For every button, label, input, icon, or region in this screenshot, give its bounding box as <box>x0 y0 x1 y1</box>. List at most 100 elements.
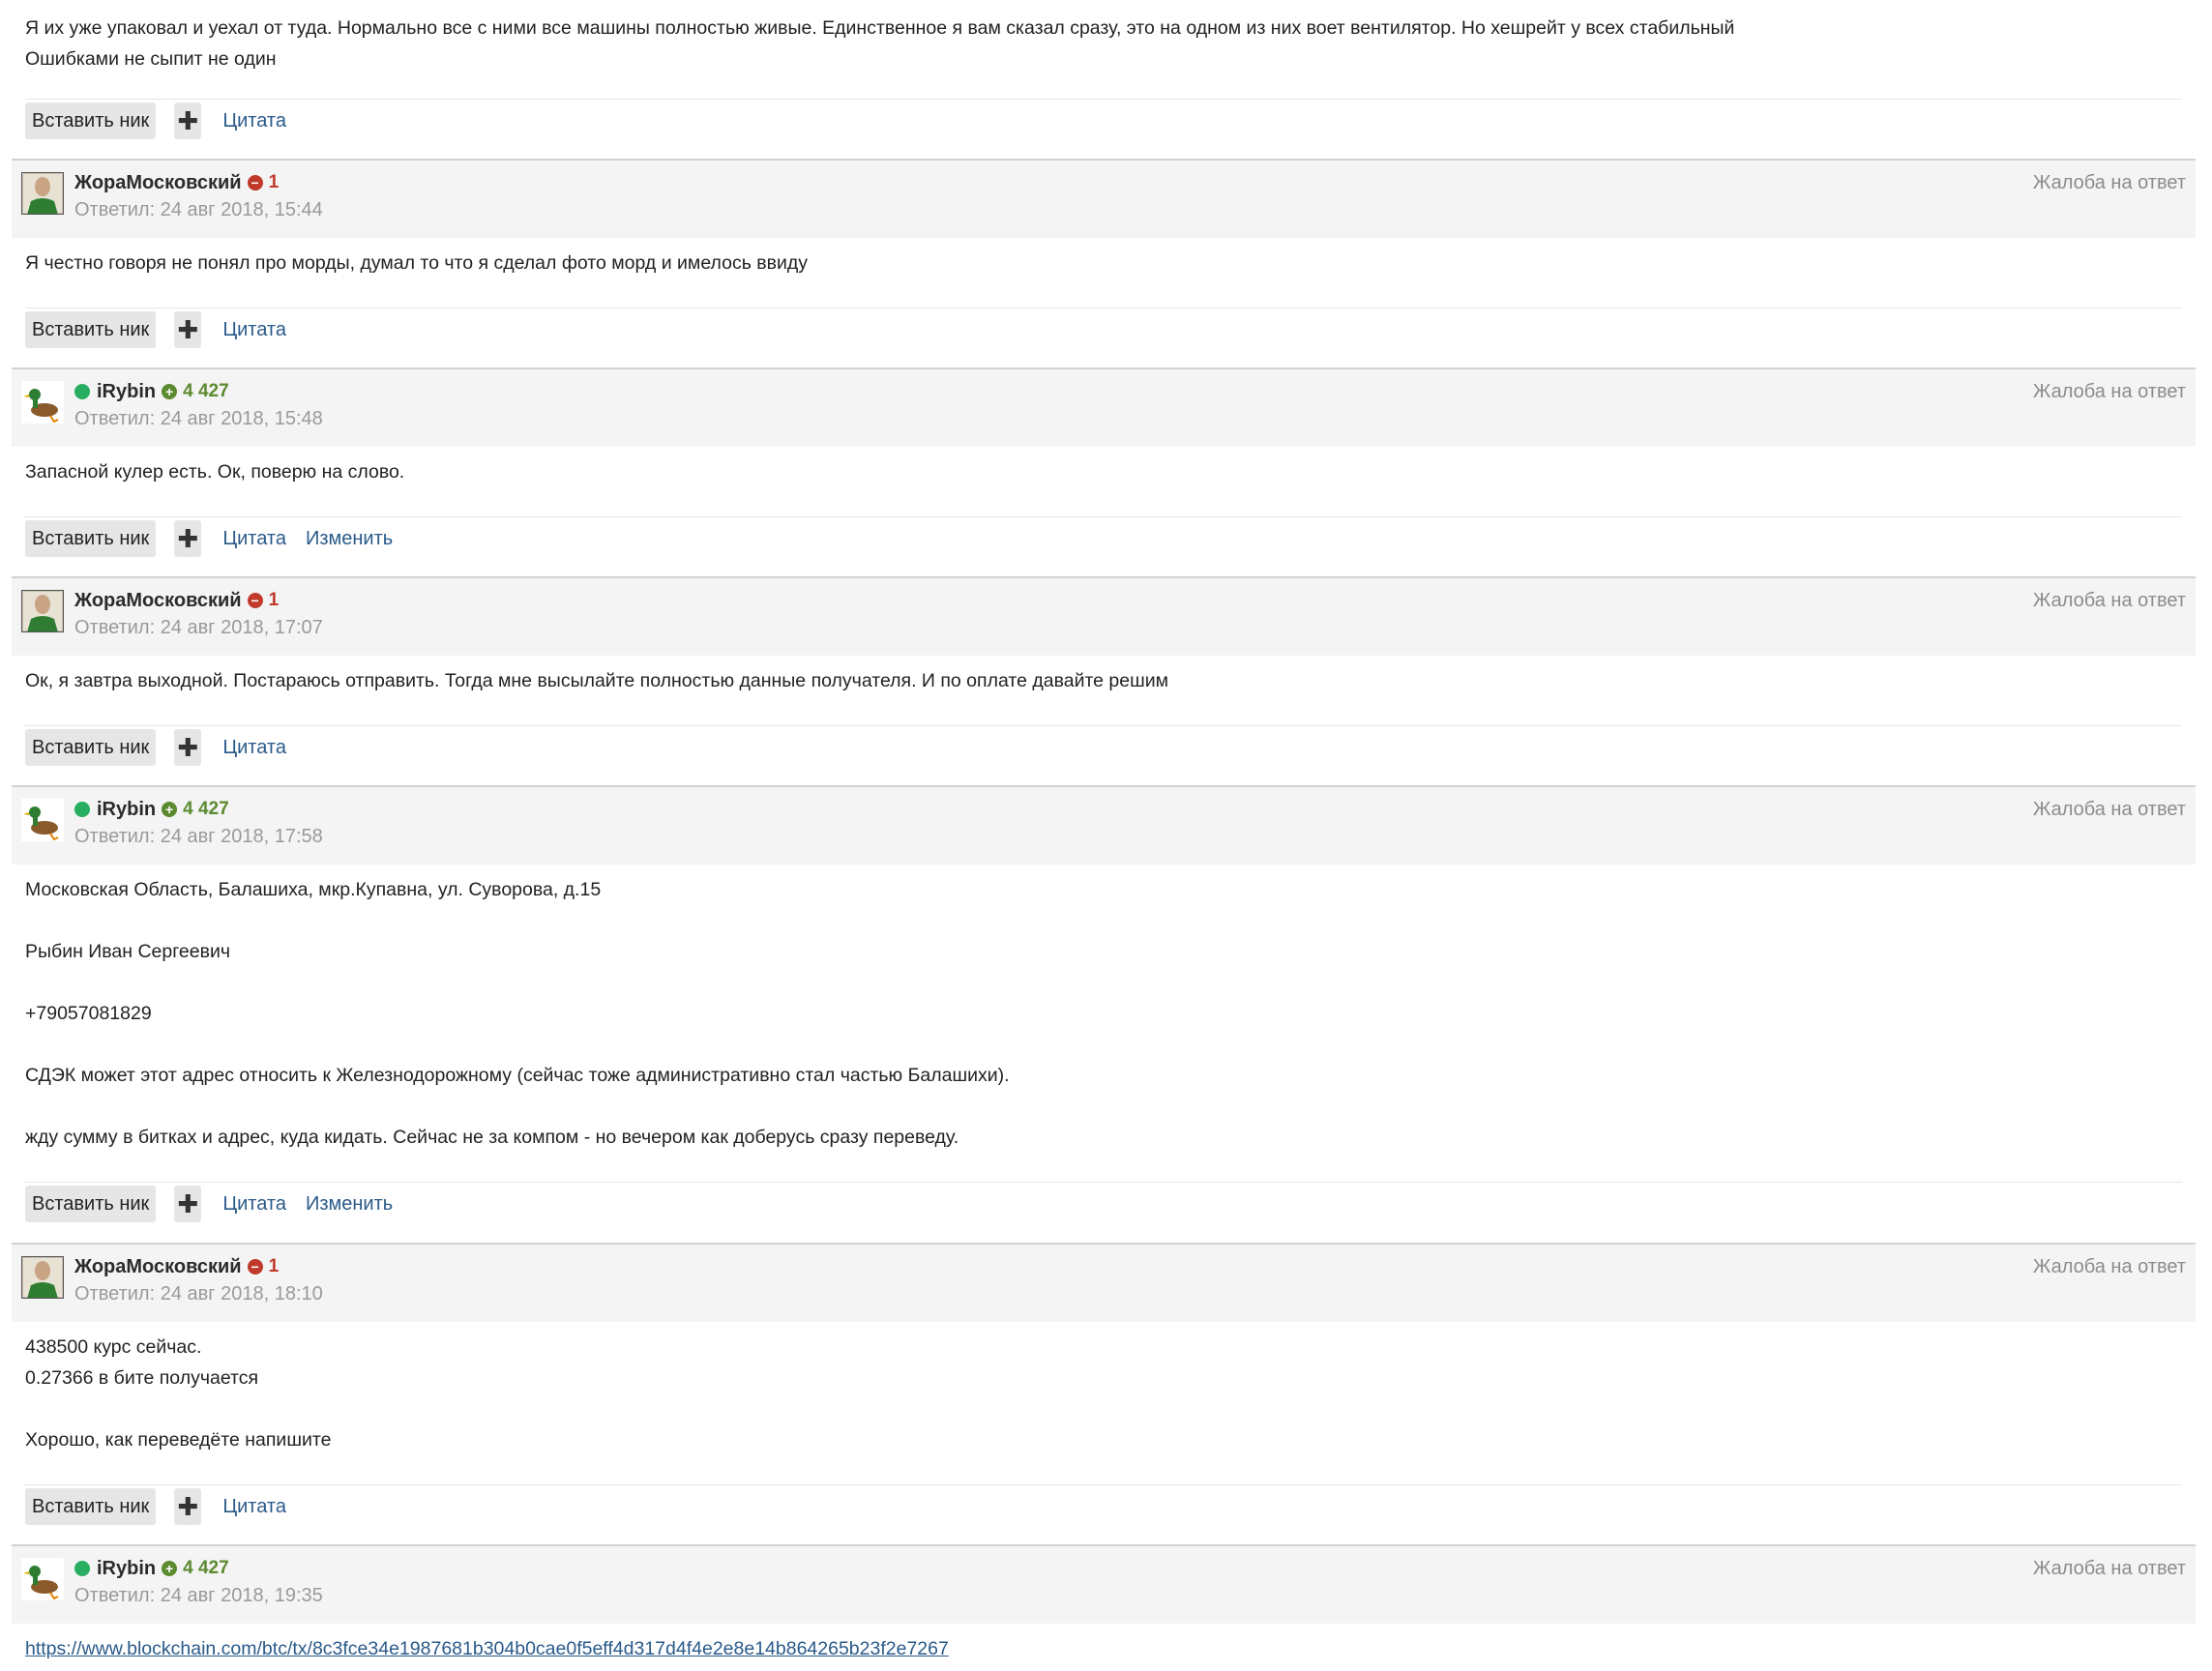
insert-nick-button[interactable]: Вставить ник <box>25 520 157 557</box>
post-actions: Вставить ник ✚ Цитата Изменить <box>25 516 2182 560</box>
complaint-link[interactable]: Жалоба на ответ <box>2033 381 2186 403</box>
plus-icon[interactable]: ✚ <box>174 103 202 139</box>
reputation: + 4 427 <box>162 799 229 820</box>
post-text-line: СДЭК может этот адрес относить к Железно… <box>25 1065 1010 1086</box>
quote-link[interactable]: Цитата <box>222 737 286 759</box>
post-actions: Вставить ник ✚ Цитата <box>25 308 2182 351</box>
username[interactable]: iRybin <box>97 1558 156 1580</box>
plus-icon[interactable]: ✚ <box>174 1186 202 1222</box>
username[interactable]: ЖораМосковский <box>74 1256 242 1278</box>
forum-post: ЖораМосковский − 1 Ответил: 24 авг 2018,… <box>12 576 2196 766</box>
forum-post: iRybin + 4 427 Ответил: 24 авг 2018, 17:… <box>12 785 2196 1222</box>
edit-link[interactable]: Изменить <box>306 1193 393 1216</box>
insert-nick-button[interactable]: Вставить ник <box>25 103 157 139</box>
quote-link[interactable]: Цитата <box>222 1193 286 1216</box>
plus-circle-icon: + <box>162 384 178 399</box>
plus-circle-icon: + <box>162 802 178 817</box>
transaction-link[interactable]: https://www.blockchain.com/btc/tx/8c3fce… <box>25 1638 949 1659</box>
post-actions: Вставить ник ✚ Цитата <box>25 725 2182 769</box>
author-line: iRybin + 4 427 <box>74 1556 229 1581</box>
reputation-value: 1 <box>268 590 280 610</box>
insert-nick-button[interactable]: Вставить ник <box>25 1488 157 1525</box>
reputation-value: 1 <box>268 172 280 192</box>
insert-nick-button[interactable]: Вставить ник <box>25 311 157 348</box>
forum-post: ЖораМосковский − 1 Ответил: 24 авг 2018,… <box>12 159 2196 348</box>
complaint-link[interactable]: Жалоба на ответ <box>2033 172 2186 194</box>
post-body: Запасной кулер есть. Ок, поверю на слово… <box>12 447 2196 487</box>
avatar-man-icon <box>21 590 64 632</box>
post-text-line: Ошибками не сыпит не один <box>25 48 277 70</box>
post-text-line: жду сумму в битках и адрес, куда кидать.… <box>25 1127 959 1148</box>
avatar[interactable] <box>21 1256 64 1299</box>
post-body: 438500 курс сейчас. 0.27366 в бите получ… <box>12 1322 2196 1455</box>
minus-icon: − <box>247 175 263 191</box>
author-line: ЖораМосковский − 1 <box>74 170 279 195</box>
reputation: − 1 <box>247 590 280 611</box>
plus-icon[interactable]: ✚ <box>174 520 202 557</box>
post-actions: Вставить ник ✚ Цитата <box>25 99 2182 142</box>
reputation: − 1 <box>247 1256 280 1277</box>
insert-nick-button[interactable]: Вставить ник <box>25 1186 157 1222</box>
forum-post: ЖораМосковский − 1 Ответил: 24 авг 2018,… <box>12 1243 2196 1525</box>
duck-icon <box>21 1558 64 1600</box>
post-text-line: Ок, я завтра выходной. Постараюсь отправ… <box>25 670 1169 691</box>
reputation: + 4 427 <box>162 381 229 402</box>
quote-link[interactable]: Цитата <box>222 110 286 132</box>
reputation: − 1 <box>247 172 280 193</box>
username[interactable]: ЖораМосковский <box>74 172 242 194</box>
post-body: Я честно говоря не понял про морды, дума… <box>12 238 2196 278</box>
reputation-value: 1 <box>268 1256 280 1276</box>
reply-timestamp: Ответил: 24 авг 2018, 18:10 <box>74 1283 323 1305</box>
plus-circle-icon: + <box>162 1561 178 1576</box>
plus-icon[interactable]: ✚ <box>174 729 202 766</box>
avatar[interactable] <box>21 590 64 632</box>
post-actions: Вставить ник ✚ Цитата Изменить <box>25 1182 2182 1225</box>
post-body: Ок, я завтра выходной. Постараюсь отправ… <box>12 656 2196 696</box>
avatar[interactable] <box>21 799 64 841</box>
quote-link[interactable]: Цитата <box>222 319 286 341</box>
minus-icon: − <box>247 593 263 608</box>
post-header: ЖораМосковский − 1 Ответил: 24 авг 2018,… <box>12 159 2196 238</box>
avatar[interactable] <box>21 381 64 424</box>
post-text-line: Я честно говоря не понял про морды, дума… <box>25 252 809 274</box>
duck-icon <box>21 799 64 841</box>
avatar-man-icon <box>21 172 64 215</box>
avatar[interactable] <box>21 172 64 215</box>
post-text-line: Запасной кулер есть. Ок, поверю на слово… <box>25 461 405 483</box>
plus-icon[interactable]: ✚ <box>174 311 202 348</box>
post-header: ЖораМосковский − 1 Ответил: 24 авг 2018,… <box>12 1243 2196 1322</box>
author-line: ЖораМосковский − 1 <box>74 588 279 613</box>
quote-link[interactable]: Цитата <box>222 528 286 550</box>
reputation-value: 4 427 <box>183 1558 229 1578</box>
post-header: iRybin + 4 427 Ответил: 24 авг 2018, 19:… <box>12 1544 2196 1624</box>
post-text-line: Московская Область, Балашиха, мкр.Купавн… <box>25 879 602 900</box>
reply-timestamp: Ответил: 24 авг 2018, 19:35 <box>74 1585 323 1606</box>
insert-nick-button[interactable]: Вставить ник <box>25 729 157 766</box>
complaint-link[interactable]: Жалоба на ответ <box>2033 1558 2186 1580</box>
username[interactable]: iRybin <box>97 381 156 403</box>
avatar-man-icon <box>21 1256 64 1299</box>
reply-timestamp: Ответил: 24 авг 2018, 15:48 <box>74 408 323 429</box>
reputation-value: 4 427 <box>183 381 229 401</box>
edit-link[interactable]: Изменить <box>306 528 393 550</box>
online-status-icon <box>74 1561 90 1576</box>
plus-icon[interactable]: ✚ <box>174 1488 202 1525</box>
complaint-link[interactable]: Жалоба на ответ <box>2033 590 2186 612</box>
reputation: + 4 427 <box>162 1558 229 1579</box>
reply-timestamp: Ответил: 24 авг 2018, 17:07 <box>74 617 323 638</box>
complaint-link[interactable]: Жалоба на ответ <box>2033 799 2186 821</box>
quote-link[interactable]: Цитата <box>222 1496 286 1518</box>
complaint-link[interactable]: Жалоба на ответ <box>2033 1256 2186 1278</box>
post-body: Московская Область, Балашиха, мкр.Купавн… <box>12 865 2196 1153</box>
post-header: ЖораМосковский − 1 Ответил: 24 авг 2018,… <box>12 576 2196 656</box>
forum-post: iRybin + 4 427 Ответил: 24 авг 2018, 19:… <box>12 1544 2196 1664</box>
username[interactable]: ЖораМосковский <box>74 590 242 612</box>
reputation-value: 4 427 <box>183 799 229 819</box>
author-line: ЖораМосковский − 1 <box>74 1254 279 1279</box>
post-header: iRybin + 4 427 Ответил: 24 авг 2018, 15:… <box>12 367 2196 447</box>
author-line: iRybin + 4 427 <box>74 379 229 404</box>
username[interactable]: iRybin <box>97 799 156 821</box>
reply-timestamp: Ответил: 24 авг 2018, 17:58 <box>74 826 323 847</box>
post-header: iRybin + 4 427 Ответил: 24 авг 2018, 17:… <box>12 785 2196 865</box>
avatar[interactable] <box>21 1558 64 1600</box>
